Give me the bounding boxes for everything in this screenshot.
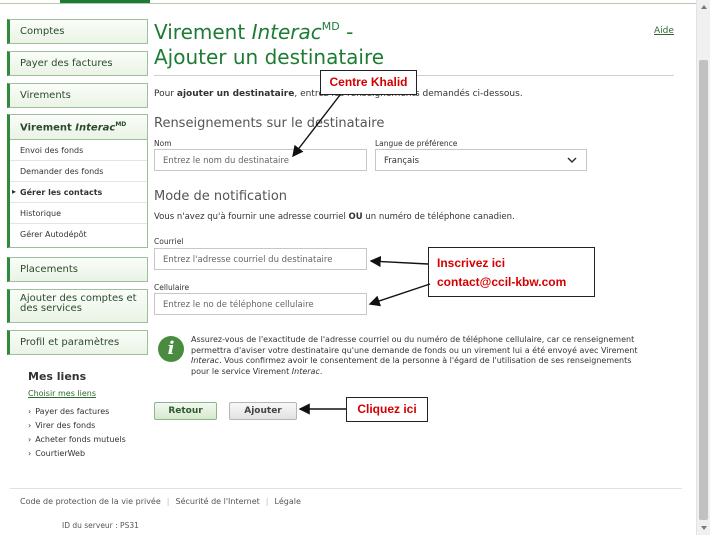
note-pre: Vous n'avez qu'à fournir une adresse cou… (154, 212, 349, 222)
info-line-text: . Vous confirmez avoir le consentement d… (219, 356, 632, 365)
vertical-scrollbar[interactable] (696, 0, 710, 535)
list-item[interactable]: › Payer des factures (28, 407, 153, 421)
title-dash: - (339, 20, 354, 44)
email-label: Courriel (154, 237, 184, 246)
info-line-text: . (319, 366, 323, 376)
info-line: pour le service Virement Interac. (191, 367, 661, 378)
chevron-down-icon (567, 157, 577, 164)
mes-liens-panel: Mes liens Choisir mes liens › Payer des f… (28, 370, 153, 463)
chevron-right-icon: › (28, 421, 32, 430)
sidebar-item-comptes[interactable]: Comptes (7, 19, 148, 44)
sidebar-item-virements[interactable]: Virements (7, 83, 148, 108)
footer-links: Code de protection de la vie privée | Sécu… (20, 497, 301, 506)
interac-brand-text: Interac (191, 356, 220, 365)
sidebar-item-label: Profil et paramètres (20, 337, 120, 348)
link-label: Virer des fonds (35, 421, 96, 430)
sidebar-item-label: Virement (20, 122, 76, 134)
notification-heading: Mode de notification (154, 189, 288, 204)
link-label: Acheter fonds mutuels (35, 435, 126, 444)
chevron-right-icon: › (28, 435, 32, 444)
name-label: Nom (154, 139, 172, 148)
footer-divider (10, 488, 682, 489)
footer-separator: | (265, 497, 269, 506)
notification-note: Vous n'avez qu'à fournir une adresse cou… (154, 212, 515, 222)
sidebar-item-ajouter-comptes[interactable]: Ajouter des comptes et des services (7, 289, 148, 323)
email-input[interactable]: Entrez l'adresse courriel du destinatair… (154, 248, 367, 270)
language-select[interactable]: Français (375, 149, 587, 171)
info-line-text: pour le service Virement (191, 366, 292, 376)
recipient-heading: Renseignements sur le destinataire (154, 116, 385, 131)
sidebar-item-label: Payer des factures (20, 58, 113, 69)
sidebar-item-label: Comptes (20, 26, 65, 37)
info-line: Interac. Vous confirmez avoir le consent… (191, 356, 661, 367)
list-item[interactable]: › CourtierWeb (28, 449, 153, 463)
annotation-name-callout: Centre Khalid (320, 70, 417, 95)
recipient-name-input[interactable]: Entrez le nom du destinataire (154, 149, 367, 171)
title-text: Virement (154, 20, 252, 44)
sidebar-item-payer-factures[interactable]: Payer des factures (7, 51, 148, 76)
sidebar-item-placements[interactable]: Placements (7, 257, 148, 282)
back-button[interactable]: Retour (154, 402, 217, 420)
sidebar-subitem-gerer-autodepot[interactable]: Gérer Autodépôt (10, 224, 147, 245)
info-icon: i (158, 336, 184, 362)
mes-liens-list: › Payer des factures › Virer des fonds › Ac… (28, 407, 153, 463)
sidebar-item-label: Ajouter des comptes et des services (20, 293, 137, 314)
sidebar-subitem-gerer-contacts[interactable]: Gérer les contacts (10, 182, 147, 203)
chevron-right-icon: › (28, 407, 32, 416)
phone-label: Cellulaire (154, 283, 190, 292)
sidebar-subitem-historique[interactable]: Historique (10, 203, 147, 224)
link-label: Payer des factures (35, 407, 110, 416)
trademark-sup: MD (115, 121, 127, 128)
trademark-sup: MD (321, 20, 340, 33)
info-line: Assurez-vous de l'exactitude de l'adress… (191, 335, 635, 344)
scrollbar-thumb[interactable] (699, 60, 708, 520)
sidebar-subitem-envoi-fonds[interactable]: Envoi des fonds (10, 140, 147, 161)
annotation-add-callout: Cliquez ici (346, 397, 428, 422)
info-notice: i Assurez-vous de l'exactitude de l'adre… (154, 330, 674, 386)
add-button[interactable]: Ajouter (229, 402, 297, 420)
intro-pre: Pour (154, 89, 177, 99)
chevron-right-icon: › (28, 449, 32, 458)
interac-brand-text: Interac (291, 366, 320, 376)
note-post: un numéro de téléphone canadien. (362, 212, 515, 222)
privacy-link[interactable]: Code de protection de la vie privée (20, 497, 161, 506)
choisir-liens-link[interactable]: Choisir mes liens (28, 389, 153, 398)
footer-separator: | (166, 497, 170, 506)
help-link[interactable]: Aide (654, 26, 674, 36)
sidebar-subitem-demander-fonds[interactable]: Demander des fonds (10, 161, 147, 182)
interac-brand-text: Interac (75, 122, 116, 134)
list-item[interactable]: › Virer des fonds (28, 421, 153, 435)
phone-input[interactable]: Entrez le no de téléphone cellulaire (154, 293, 367, 315)
scroll-up-icon[interactable] (700, 3, 708, 11)
interac-brand-text: Interac (251, 20, 322, 44)
sidebar-item-label: Virements (20, 90, 71, 101)
intro-bold: ajouter un destinataire (176, 89, 295, 99)
language-selected-value: Français (384, 156, 420, 166)
sidebar-item-label: Placements (20, 264, 78, 275)
sidebar-group-virement-interac: Virement InteracMD Envoi des fonds Deman… (7, 114, 148, 248)
language-label: Langue de préférence (375, 139, 458, 148)
sidebar-item-profil[interactable]: Profil et paramètres (7, 330, 148, 355)
legal-link[interactable]: Légale (275, 497, 301, 506)
page-subtitle: Ajouter un destinataire (154, 45, 385, 69)
sidebar-item-virement-interac[interactable]: Virement InteracMD (10, 115, 147, 140)
note-bold: OU (348, 212, 363, 222)
annotation-line: Inscrivez ici (437, 256, 506, 270)
security-link[interactable]: Sécurité de l'Internet (175, 497, 259, 506)
info-line: permettra d'aviser votre destinataire qu… (191, 345, 638, 355)
scroll-down-icon[interactable] (700, 524, 708, 532)
link-label: CourtierWeb (35, 449, 86, 458)
server-id: ID du serveur : PS31 (62, 521, 139, 530)
annotation-email-callout: Inscrivez ici contact@ccil-kbw.com (428, 247, 595, 297)
mes-liens-title: Mes liens (28, 370, 87, 383)
list-item[interactable]: › Acheter fonds mutuels (28, 435, 153, 449)
annotation-line: contact@ccil-kbw.com (437, 275, 567, 289)
info-text: Assurez-vous de l'exactitude de l'adress… (191, 335, 661, 377)
page-title: Virement InteracMD - (154, 20, 353, 44)
